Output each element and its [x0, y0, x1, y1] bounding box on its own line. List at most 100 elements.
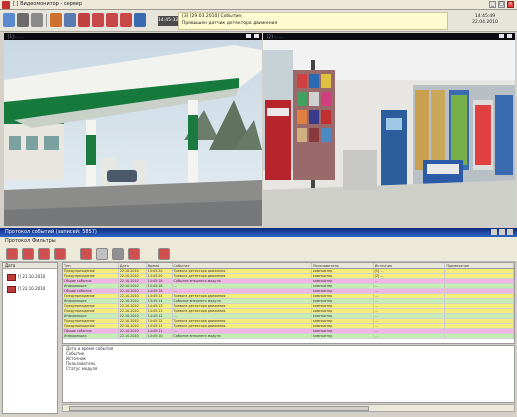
cell-source: ... — [374, 319, 446, 323]
alarm-panel[interactable]: [3] [29.03.2010] Событие: Превышен датчи… — [178, 12, 448, 30]
cell-source: ... — [374, 294, 446, 298]
cell-user: компьютер — [312, 279, 374, 283]
record-icon[interactable] — [31, 13, 43, 27]
cell-note — [445, 274, 514, 278]
play-icon[interactable] — [50, 13, 62, 27]
main-toolbar: 14:45:32 [3] [29.03.2010] Событие: Превы… — [0, 10, 517, 32]
title-bar: [ ] Видеомонитор - сервер _ □ × — [0, 0, 517, 10]
gas-station-image — [4, 40, 262, 226]
cell-note — [445, 299, 514, 303]
settings-icon[interactable] — [120, 13, 132, 27]
camera-2-settings-icon[interactable] — [499, 34, 504, 38]
camera-2-close-icon[interactable] — [507, 34, 512, 38]
window-title: [ ] Видеомонитор - сервер — [13, 1, 83, 7]
camera-1-label: [1] ... ... — [8, 34, 24, 39]
refresh-icon[interactable] — [6, 248, 18, 260]
horizontal-scrollbar[interactable] — [62, 404, 515, 412]
menu-filters[interactable]: Фильтры — [32, 238, 56, 244]
events-icon[interactable] — [92, 13, 104, 27]
events-window-title: Протокол событий (записей: 5857) — [5, 229, 97, 235]
cell-event: Тревога детектора движения — [173, 304, 312, 308]
cell-source: ... — [374, 314, 446, 318]
date-node-1[interactable]: [] 21.10.2010 — [7, 273, 45, 281]
toolbar-separator — [46, 14, 47, 27]
monitor-icon[interactable] — [134, 13, 146, 27]
cell-user: компьютер — [312, 309, 374, 313]
layout-icon[interactable] — [3, 13, 15, 27]
cell-date: 22.10.2010 — [119, 304, 147, 308]
cell-source: [2] ... — [374, 274, 446, 278]
cell-user: компьютер — [312, 274, 374, 278]
column-event[interactable]: Событие — [173, 263, 312, 268]
cell-note — [445, 319, 514, 323]
cell-type: Предупреждение — [63, 294, 119, 298]
cell-event: Событие внешнего модуля — [173, 299, 312, 303]
maximize-icon[interactable]: □ — [498, 1, 505, 8]
cell-time: 14:45:10 — [147, 334, 173, 338]
camera-1-settings-icon[interactable] — [246, 34, 251, 38]
clear-icon[interactable] — [54, 248, 66, 260]
help-icon[interactable] — [158, 248, 170, 260]
cell-date: 22.10.2010 — [119, 269, 147, 273]
camera-icon[interactable] — [17, 13, 29, 27]
archive-events-icon[interactable] — [128, 248, 140, 260]
cell-type: Информация — [63, 284, 119, 288]
calendar-icon — [7, 273, 16, 281]
cell-time: 14:45:14 — [147, 294, 173, 298]
column-date[interactable]: Дата — [119, 263, 147, 268]
events-maximize-icon[interactable] — [499, 229, 505, 235]
alarm-line-2: Превышен датчик детектора движения — [182, 21, 278, 26]
cell-event: Тревога детектора движения — [173, 324, 312, 328]
column-time[interactable]: Время — [147, 263, 173, 268]
cell-note — [445, 284, 514, 288]
close-icon[interactable]: × — [507, 1, 514, 8]
date-tree-header: Дата — [3, 263, 57, 269]
events-minimize-icon[interactable] — [491, 229, 497, 235]
users-icon[interactable] — [64, 13, 76, 27]
cell-time: 14:45:14 — [147, 299, 173, 303]
cell-time: 14:45:20 — [147, 269, 173, 273]
cell-user: компьютер — [312, 314, 374, 318]
cell-user: компьютер — [312, 294, 374, 298]
date-node-2[interactable]: [] 22.10.2010 — [7, 285, 45, 293]
cell-event: ... — [173, 284, 312, 288]
print-icon[interactable] — [80, 248, 92, 260]
cell-type: Общие события — [63, 279, 119, 283]
column-note[interactable]: Примечание — [445, 263, 514, 268]
cell-note — [445, 329, 514, 333]
cell-event: Тревога детектора движения — [173, 319, 312, 323]
scroll-thumb[interactable] — [69, 406, 369, 411]
cell-time: 14:45:12 — [147, 319, 173, 323]
table-row[interactable]: Информация 22.10.2010 14:45:10 Событие внеш… — [63, 334, 514, 339]
search-icon[interactable] — [96, 248, 108, 260]
camera-view-2[interactable]: [2] ... ... — [263, 33, 515, 226]
column-user[interactable]: Пользователь — [312, 263, 374, 268]
cell-note — [445, 304, 514, 308]
cell-user: компьютер — [312, 299, 374, 303]
menu-protocol[interactable]: Протокол — [5, 238, 30, 244]
cell-source: ... — [374, 279, 446, 283]
cell-date: 22.10.2010 — [119, 289, 147, 293]
cell-note — [445, 334, 514, 338]
shop-interior-image — [263, 40, 515, 226]
archive-icon[interactable] — [106, 13, 118, 27]
alarm-icon[interactable] — [78, 13, 90, 27]
cell-event: Тревога детектора движения — [173, 269, 312, 273]
minimize-icon[interactable]: _ — [489, 1, 496, 8]
cell-date: 22.10.2010 — [119, 319, 147, 323]
camera-view-1[interactable]: [1] ... ... — [4, 33, 262, 226]
cell-date: 22.10.2010 — [119, 314, 147, 318]
cell-type: Предупреждение — [63, 309, 119, 313]
detail-status: Статус модуля — [66, 366, 98, 371]
view-icon[interactable] — [112, 248, 124, 260]
column-type[interactable]: Тип — [63, 263, 119, 268]
events-close-icon[interactable] — [507, 229, 513, 235]
camera-1-header: [1] ... ... — [4, 33, 262, 40]
cell-source: ... — [374, 299, 446, 303]
filter-icon[interactable] — [22, 248, 34, 260]
cell-event: ... — [173, 329, 312, 333]
camera-1-close-icon[interactable] — [254, 34, 259, 38]
column-source[interactable]: Источник — [374, 263, 446, 268]
cell-event: Тревога детектора движения — [173, 294, 312, 298]
export-icon[interactable] — [38, 248, 50, 260]
